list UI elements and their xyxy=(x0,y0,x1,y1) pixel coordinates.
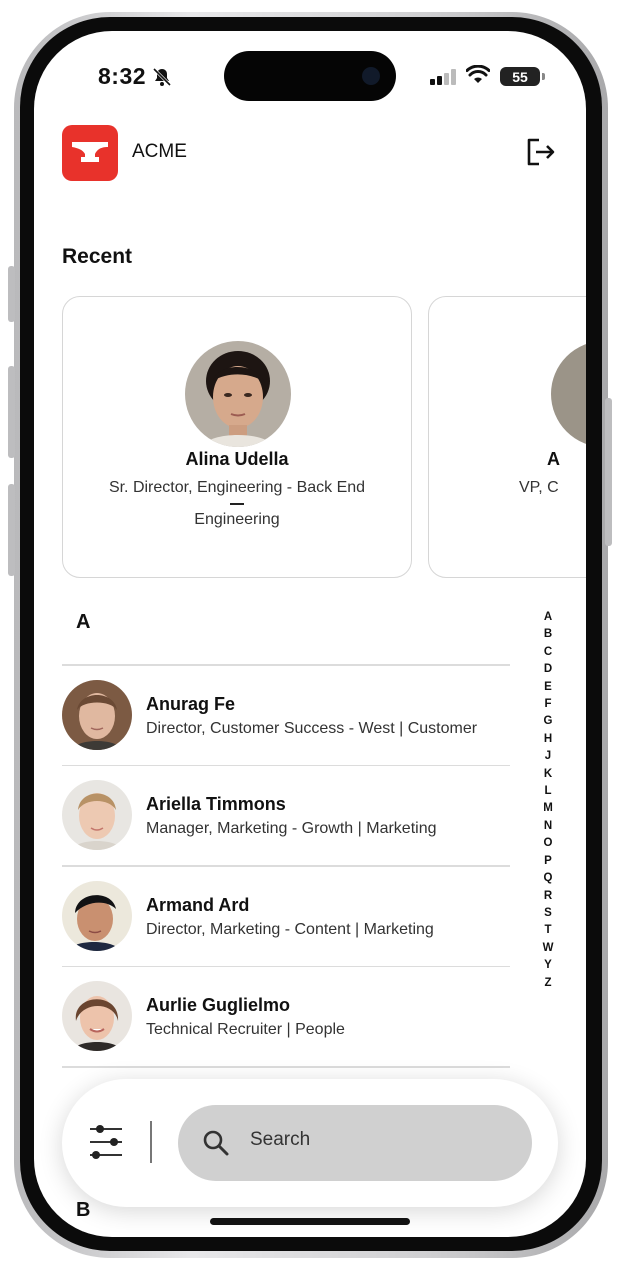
alphabet-index-letter[interactable]: M xyxy=(543,800,553,817)
person-title: Director, Customer Success - West | Cust… xyxy=(146,719,478,737)
volume-down-button xyxy=(8,484,15,576)
alphabet-index-letter[interactable]: G xyxy=(544,713,553,730)
alphabet-index-letter[interactable]: P xyxy=(544,853,552,870)
person-name: Ariella Timmons xyxy=(146,794,286,814)
alphabet-index-letter[interactable]: C xyxy=(544,644,552,661)
power-button xyxy=(605,398,612,546)
app-screen: 8:32 55 ACME Recent Alina Udella Sr. Dir… xyxy=(34,31,586,1237)
alphabet-index-letter[interactable]: B xyxy=(544,626,552,643)
avatar xyxy=(62,679,132,750)
silent-switch xyxy=(8,266,15,322)
person-title: VP, C xyxy=(519,479,559,496)
volume-up-button xyxy=(8,366,15,458)
avatar xyxy=(185,341,291,447)
person-name: A xyxy=(547,449,560,469)
logout-icon[interactable] xyxy=(526,137,556,167)
recent-card[interactable]: A VP, C xyxy=(428,296,586,578)
alphabet-index-letter[interactable]: N xyxy=(544,818,552,835)
camera-icon xyxy=(362,67,380,85)
person-name: Aurlie Guglielmo xyxy=(146,995,291,1015)
alphabet-index-letter[interactable]: K xyxy=(544,766,552,783)
list-item[interactable]: Armand Ard Director, Marketing - Content… xyxy=(62,867,510,966)
alphabet-index-letter[interactable]: Y xyxy=(544,957,552,974)
alphabet-index-letter[interactable]: R xyxy=(544,888,552,905)
divider xyxy=(150,1121,152,1163)
alphabet-index-letter[interactable]: Q xyxy=(544,870,553,887)
search-field[interactable] xyxy=(178,1105,532,1181)
dynamic-island xyxy=(224,51,396,101)
search-icon xyxy=(203,1130,229,1156)
section-letter: B xyxy=(76,1199,91,1221)
battery-icon: 55 xyxy=(500,67,545,86)
alphabet-index-letter[interactable]: Z xyxy=(544,975,551,992)
alphabet-index-letter[interactable]: S xyxy=(544,905,552,922)
person-title: Manager, Marketing - Growth | Marketing xyxy=(146,820,437,837)
avatar xyxy=(62,880,132,951)
person-name: Armand Ard xyxy=(146,894,250,915)
anvil-icon xyxy=(72,142,108,162)
list-item[interactable]: Anurag Fe Director, Customer Success - W… xyxy=(62,666,510,765)
section-letter: A xyxy=(76,611,91,633)
person-name: Anurag Fe xyxy=(146,693,236,714)
person-name: Alina Udella xyxy=(185,449,289,469)
search-input[interactable] xyxy=(250,1129,490,1151)
alphabet-index-letter[interactable]: O xyxy=(544,835,553,852)
recent-title: Recent xyxy=(62,245,133,268)
list-item[interactable]: Ariella Timmons Manager, Marketing - Gro… xyxy=(62,766,510,865)
divider xyxy=(62,1066,510,1068)
sliders-icon[interactable] xyxy=(88,1123,124,1161)
avatar xyxy=(62,780,132,850)
person-department: Engineering xyxy=(194,511,280,528)
person-title: Technical Recruiter | People xyxy=(146,1021,345,1038)
list-item[interactable]: Aurlie Guglielmo Technical Recruiter | P… xyxy=(62,967,510,1066)
home-indicator[interactable] xyxy=(210,1218,410,1225)
person-title: Sr. Director, Engineering - Back End xyxy=(108,479,366,496)
alphabet-index-letter[interactable]: J xyxy=(545,748,551,765)
alphabet-index-letter[interactable]: A xyxy=(544,609,552,626)
bottom-search-bar xyxy=(62,1079,558,1207)
alphabet-index-letter[interactable]: H xyxy=(544,731,552,748)
cellular-signal-icon xyxy=(430,69,456,85)
brand-name: ACME xyxy=(132,141,187,162)
alphabet-index-letter[interactable]: W xyxy=(543,940,554,957)
wifi-icon xyxy=(466,65,490,83)
people-list: Anurag Fe Director, Customer Success - W… xyxy=(62,664,510,1068)
alphabet-index[interactable]: ABCDEFGHJKLMNOPQRSTWYZ xyxy=(540,609,556,992)
recent-card[interactable]: Alina Udella Sr. Director, Engineering -… xyxy=(62,296,412,578)
bell-slash-icon xyxy=(152,67,172,87)
person-title: Director, Marketing - Content | Marketin… xyxy=(146,920,434,938)
avatar xyxy=(551,341,586,447)
alphabet-index-letter[interactable]: T xyxy=(544,922,551,939)
status-time: 8:32 xyxy=(98,63,147,89)
alphabet-index-letter[interactable]: D xyxy=(544,661,552,678)
alphabet-index-letter[interactable]: L xyxy=(544,783,551,800)
alphabet-index-letter[interactable]: F xyxy=(544,696,551,713)
acme-logo xyxy=(62,125,118,181)
divider xyxy=(230,503,244,505)
alphabet-index-letter[interactable]: E xyxy=(544,679,552,696)
avatar xyxy=(62,981,132,1051)
